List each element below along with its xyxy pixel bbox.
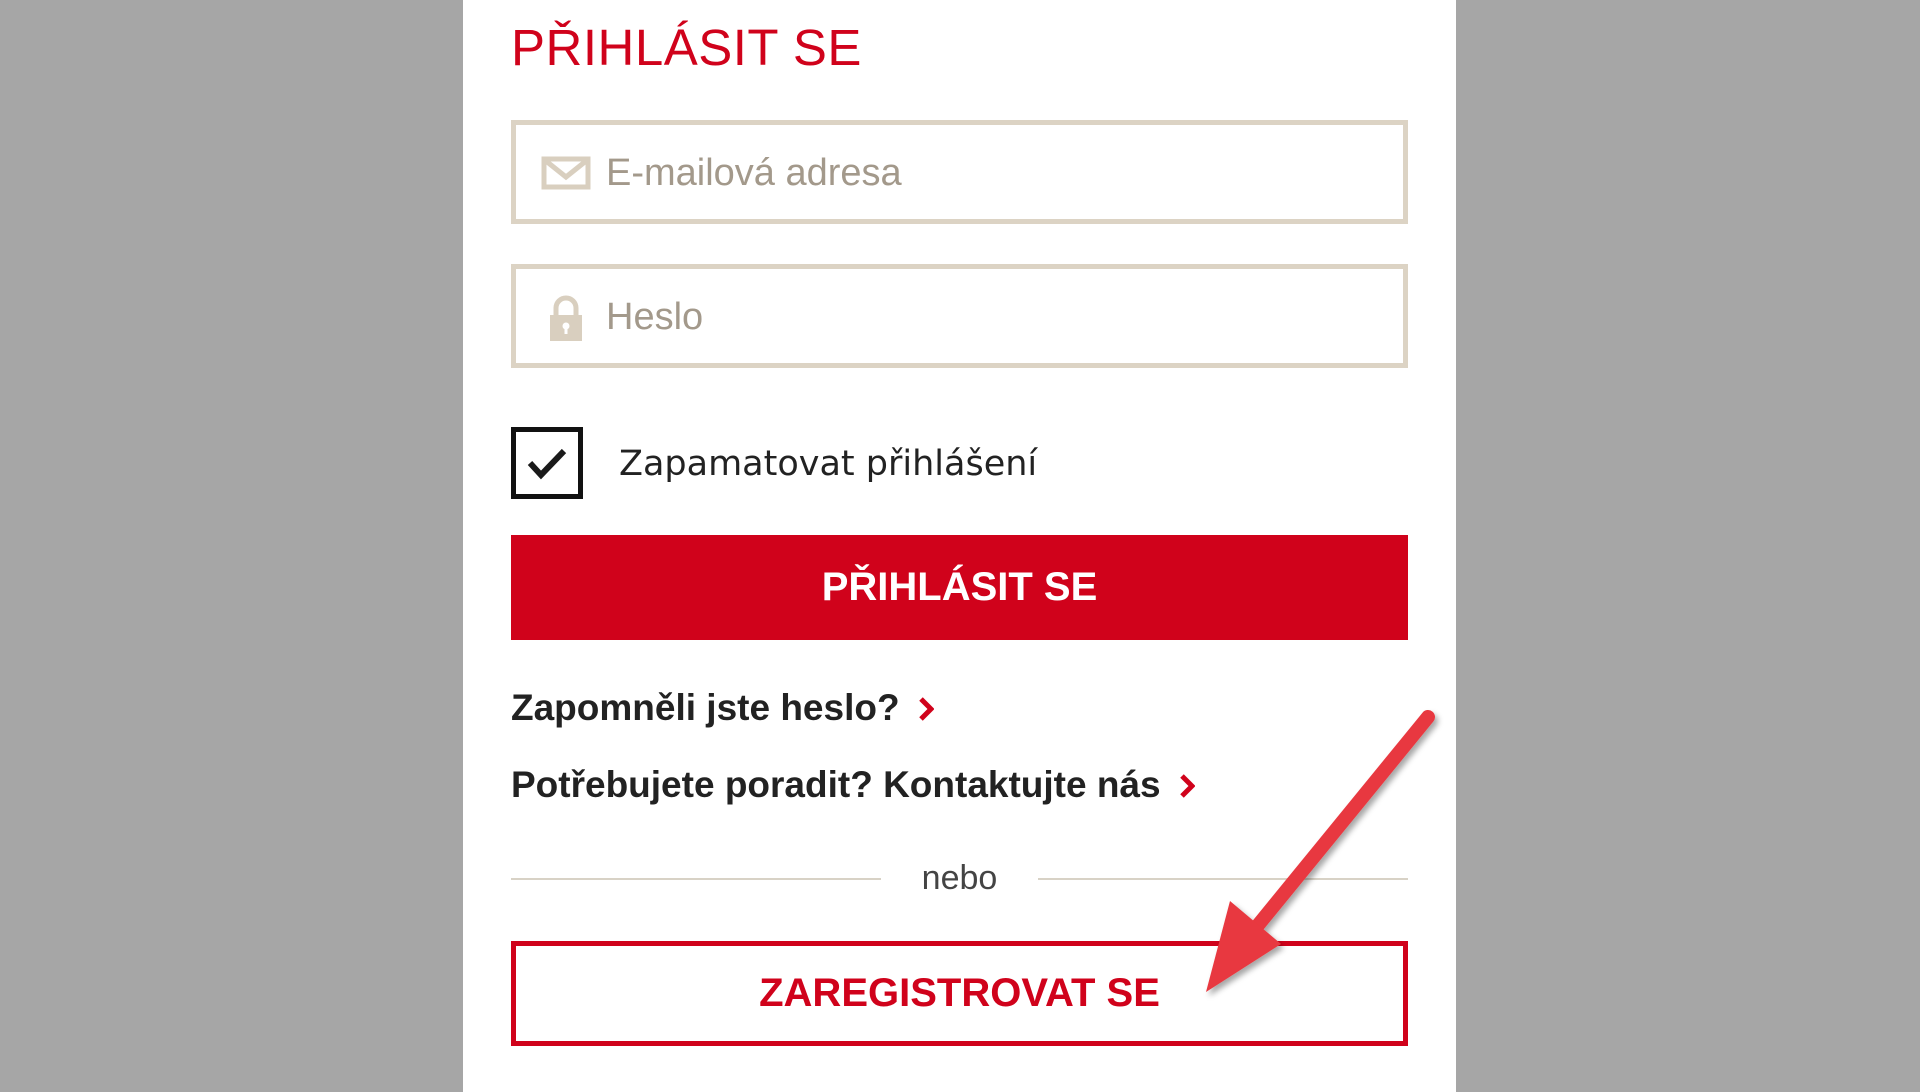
or-divider: nebo	[511, 858, 1408, 898]
email-field[interactable]: E-mailová adresa	[511, 120, 1408, 224]
divider-line-right	[1038, 878, 1408, 880]
contact-link[interactable]: Potřebujete poradit? Kontaktujte nás	[511, 763, 1196, 809]
password-placeholder: Heslo	[606, 296, 704, 338]
remember-label: Zapamatovat přihlášení	[619, 444, 1038, 484]
password-field[interactable]: Heslo	[511, 264, 1408, 368]
email-placeholder: E-mailová adresa	[606, 152, 902, 194]
chevron-right-icon	[918, 688, 935, 732]
login-button[interactable]: PŘIHLÁSIT SE	[511, 535, 1408, 640]
register-button[interactable]: ZAREGISTROVAT SE	[511, 941, 1408, 1046]
envelope-icon	[541, 151, 591, 195]
checkmark-icon	[527, 448, 567, 480]
lock-icon	[541, 295, 591, 341]
login-panel: PŘIHLÁSIT SE E-mailová adresa Heslo Zapa…	[463, 0, 1456, 1092]
page-title: PŘIHLÁSIT SE	[511, 19, 862, 76]
forgot-password-link[interactable]: Zapomněli jste heslo?	[511, 686, 935, 732]
forgot-password-label: Zapomněli jste heslo?	[511, 687, 900, 728]
contact-label: Potřebujete poradit? Kontaktujte nás	[511, 764, 1161, 805]
remember-checkbox[interactable]	[511, 427, 583, 499]
chevron-right-icon	[1179, 765, 1196, 809]
